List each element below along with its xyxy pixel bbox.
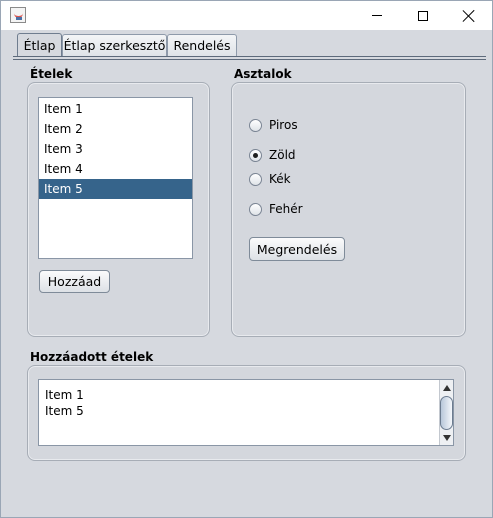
- tab-label: Rendelés: [173, 38, 231, 53]
- minimize-icon: [372, 15, 382, 16]
- tab-label: Étlap: [23, 38, 56, 53]
- add-button-label: Hozzáad: [47, 274, 102, 289]
- radio-option-zold[interactable]: Zöld: [249, 146, 296, 164]
- scroll-up-arrow-icon[interactable]: [440, 381, 453, 395]
- radio-label: Piros: [269, 118, 298, 132]
- text-line: Item 1: [45, 388, 84, 402]
- list-item[interactable]: Item 4: [39, 159, 192, 179]
- tables-section-title: Asztalok: [234, 67, 292, 81]
- food-section-title: Ételek: [30, 67, 73, 81]
- close-icon: [463, 10, 475, 22]
- scroll-down-arrow-icon[interactable]: [440, 431, 453, 445]
- radio-label: Zöld: [269, 148, 296, 162]
- list-item-selected[interactable]: Item 5: [39, 179, 192, 199]
- order-button-label: Megrendelés: [256, 241, 338, 257]
- radio-option-piros[interactable]: Piros: [249, 116, 298, 134]
- add-button[interactable]: Hozzáad: [39, 270, 110, 293]
- radio-label: Fehér: [269, 202, 303, 216]
- order-button[interactable]: Megrendelés: [249, 237, 345, 261]
- tab-etlap[interactable]: Étlap: [17, 33, 62, 57]
- radio-button-icon: [249, 202, 262, 216]
- radio-button-icon: [249, 172, 262, 186]
- added-section-title: Hozzáadott ételek: [30, 350, 154, 364]
- minimize-button[interactable]: [354, 1, 400, 30]
- tab-rendeles[interactable]: Rendelés: [167, 34, 237, 56]
- text-line: Item 5: [45, 404, 84, 418]
- radio-option-kek[interactable]: Kék: [249, 170, 291, 188]
- radio-label: Kék: [269, 172, 291, 186]
- tab-label: Étlap szerkesztő: [63, 38, 166, 53]
- maximize-button[interactable]: [400, 1, 446, 30]
- list-item[interactable]: Item 3: [39, 139, 192, 159]
- radio-button-checked-icon: [249, 148, 262, 162]
- list-item[interactable]: Item 2: [39, 119, 192, 139]
- vertical-scrollbar[interactable]: [439, 380, 453, 445]
- scroll-thumb[interactable]: [440, 396, 453, 430]
- radio-option-feher[interactable]: Fehér: [249, 200, 303, 218]
- added-foods-textarea[interactable]: Item 1 Item 5: [38, 379, 454, 446]
- close-button[interactable]: [446, 1, 492, 30]
- java-app-icon: [10, 7, 26, 23]
- radio-button-icon: [249, 118, 262, 132]
- list-item[interactable]: Item 1: [39, 99, 192, 119]
- tab-etlap-szerkeszto[interactable]: Étlap szerkesztő: [62, 34, 167, 56]
- maximize-icon: [418, 10, 428, 21]
- tab-content-border: [13, 56, 486, 60]
- food-list[interactable]: Item 1 Item 2 Item 3 Item 4 Item 5: [38, 97, 193, 259]
